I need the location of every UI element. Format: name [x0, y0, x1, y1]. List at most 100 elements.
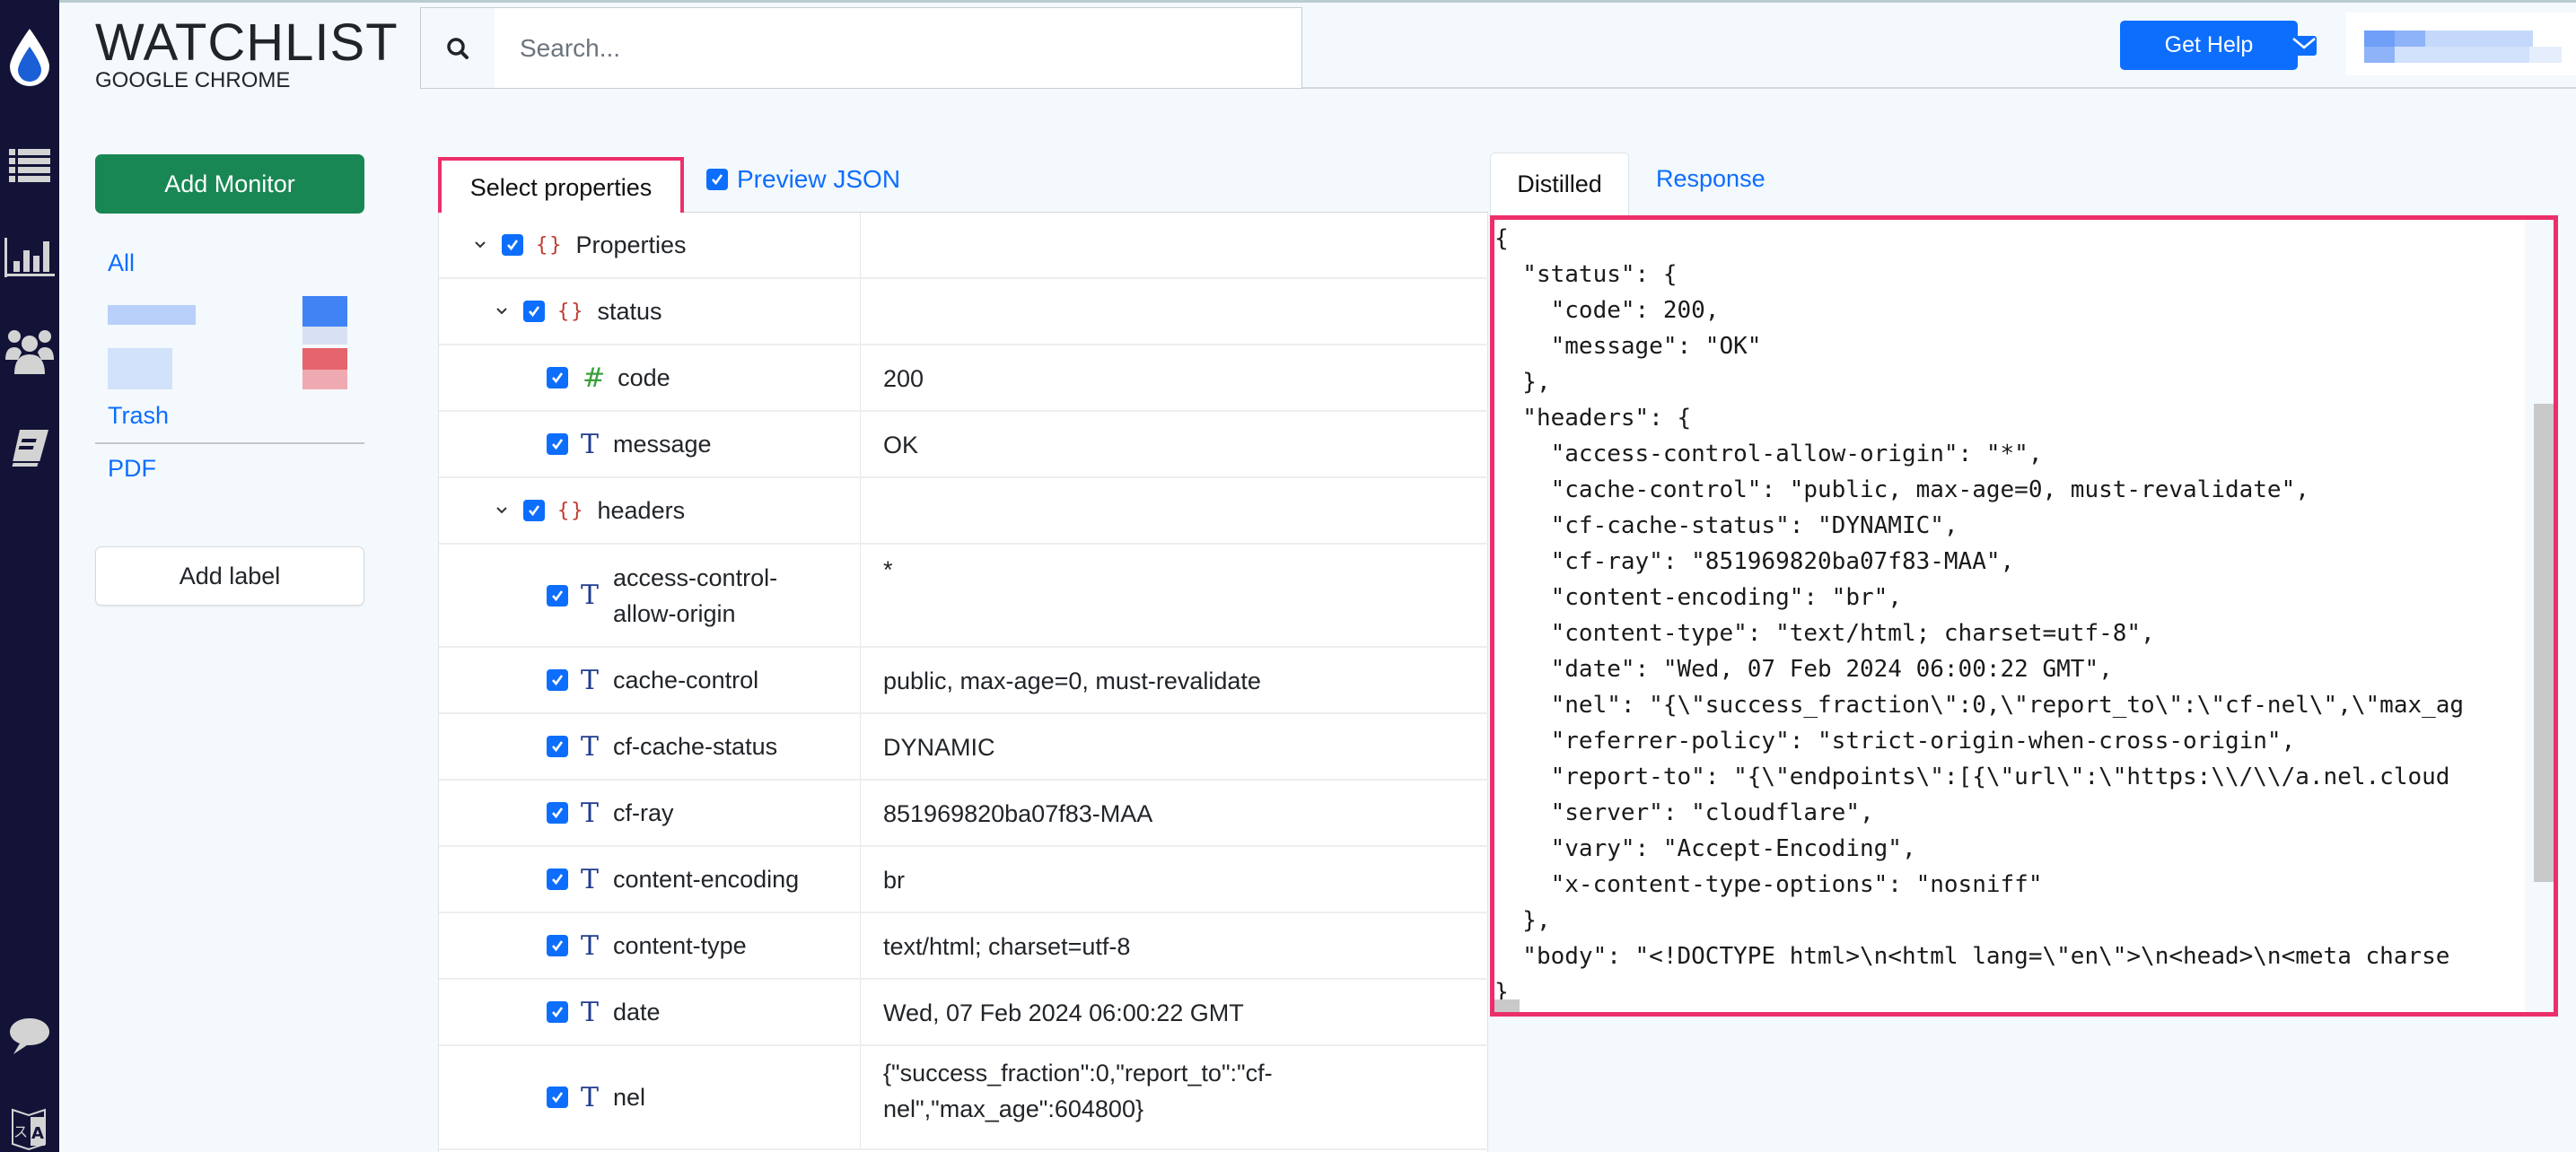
- json-line: "content-type": "text/html; charset=utf-…: [1494, 620, 2155, 647]
- property-checkbox[interactable]: [547, 1087, 568, 1108]
- user-account-menu[interactable]: [2346, 13, 2576, 75]
- tree-key-cell: Tcf-ray: [439, 781, 860, 845]
- number-type-icon: #: [583, 362, 606, 394]
- add-label-button[interactable]: Add label: [95, 546, 364, 606]
- property-value: Wed, 07 Feb 2024 06:00:22 GMT: [883, 999, 1244, 1026]
- property-checkbox[interactable]: [523, 500, 545, 521]
- property-key: nel: [613, 1084, 646, 1111]
- tree-row: {} Properties: [439, 213, 1489, 279]
- property-checkbox[interactable]: [502, 234, 523, 256]
- tree-row: Taccess-control-allow-origin *: [439, 545, 1489, 648]
- column-divider: [860, 345, 861, 410]
- json-line: },: [1494, 369, 1551, 396]
- redacted-badge-part: [302, 327, 347, 345]
- users-icon[interactable]: [0, 325, 59, 379]
- property-key: cache-control: [613, 667, 759, 694]
- string-type-icon: T: [581, 1081, 600, 1113]
- property-checkbox[interactable]: [547, 736, 568, 757]
- vertical-scrollbar[interactable]: [2525, 220, 2554, 1012]
- column-divider: [860, 913, 861, 978]
- mail-icon[interactable]: [2291, 36, 2317, 60]
- json-line: "content-encoding": "br",: [1494, 584, 1902, 611]
- json-line: "headers": {: [1494, 405, 1692, 432]
- json-line: "cf-ray": "851969820ba07f83-MAA",: [1494, 548, 2015, 575]
- tree-row: Tcf-ray 851969820ba07f83-MAA: [439, 781, 1489, 847]
- list-icon[interactable]: [0, 144, 59, 188]
- horizontal-scrollbar-thumb[interactable]: [1494, 999, 1520, 1012]
- tree-row: Tmessage OK: [439, 412, 1489, 478]
- tab-response[interactable]: Response: [1656, 165, 1766, 193]
- preview-json-toggle[interactable]: Preview JSON: [706, 165, 900, 194]
- tree-key-cell: Taccess-control-allow-origin: [439, 545, 860, 646]
- get-help-button[interactable]: Get Help: [2120, 21, 2298, 70]
- property-key: headers: [597, 497, 686, 524]
- string-type-icon: T: [581, 580, 600, 611]
- svg-text:A: A: [31, 1124, 44, 1143]
- header-divider: [1302, 87, 2576, 89]
- tree-key-cell: Tdate: [439, 980, 860, 1044]
- chevron-down-icon[interactable]: [471, 240, 489, 249]
- property-checkbox[interactable]: [547, 802, 568, 824]
- tree-row: Tdate Wed, 07 Feb 2024 06:00:22 GMT: [439, 980, 1489, 1046]
- chevron-down-icon[interactable]: [493, 506, 511, 515]
- app-subtitle: GOOGLE CHROME: [95, 68, 291, 92]
- preview-json-checkbox[interactable]: [706, 169, 728, 190]
- tree-row: Tnel {"success_fraction":0,"report_to":"c…: [439, 1046, 1489, 1150]
- search-input[interactable]: [495, 8, 1301, 88]
- property-key: message: [613, 431, 712, 458]
- json-line: "body": "<!DOCTYPE html>\n<html lang=\"e…: [1494, 943, 2450, 970]
- tree-key-cell: Tmessage: [439, 412, 860, 476]
- book-icon[interactable]: [0, 422, 59, 476]
- string-type-icon: T: [581, 929, 600, 962]
- sidebar-link-trash[interactable]: Trash: [108, 402, 169, 430]
- property-checkbox[interactable]: [547, 433, 568, 455]
- json-line: },: [1494, 907, 1551, 934]
- property-value: DYNAMIC: [883, 734, 995, 761]
- chart-icon[interactable]: [0, 235, 59, 280]
- object-type-icon: {}: [557, 300, 585, 323]
- translate-icon[interactable]: Aス: [0, 1105, 59, 1152]
- object-type-icon: {}: [536, 233, 564, 257]
- property-checkbox[interactable]: [547, 868, 568, 890]
- redacted-label[interactable]: [108, 305, 196, 325]
- json-line: {: [1494, 225, 1509, 252]
- tab-distilled[interactable]: Distilled: [1490, 153, 1629, 215]
- redacted-badge: [302, 296, 347, 327]
- chevron-down-icon[interactable]: [493, 307, 511, 316]
- vertical-scrollbar-thumb[interactable]: [2534, 404, 2554, 882]
- sidebar-link-pdf[interactable]: PDF: [108, 455, 156, 483]
- property-checkbox[interactable]: [547, 669, 568, 691]
- tab-select-properties[interactable]: Select properties: [438, 157, 684, 218]
- redacted-label[interactable]: [108, 348, 172, 389]
- tree-key-cell: {} Properties: [439, 213, 860, 277]
- property-checkbox[interactable]: [547, 935, 568, 956]
- tree-row: {} headers: [439, 478, 1489, 545]
- property-value: 200: [883, 365, 924, 392]
- logo-drop-icon[interactable]: [0, 22, 59, 93]
- redacted-badge: [302, 348, 347, 370]
- property-key: content-type: [613, 932, 747, 959]
- string-type-icon: T: [581, 664, 600, 696]
- tree-key-cell: Tnel: [439, 1046, 860, 1148]
- property-value: text/html; charset=utf-8: [883, 933, 1131, 960]
- property-checkbox[interactable]: [523, 301, 545, 322]
- property-key: content-encoding: [613, 866, 800, 893]
- json-line: "server": "cloudflare",: [1494, 799, 1874, 826]
- json-line: "date": "Wed, 07 Feb 2024 06:00:22 GMT",: [1494, 656, 2113, 683]
- tree-key-cell: Tcontent-type: [439, 913, 860, 978]
- sidebar-link-all[interactable]: All: [108, 249, 135, 277]
- property-key: cf-ray: [613, 799, 674, 826]
- json-preview-text: { "status": { "code": 200, "message": "O…: [1494, 220, 2525, 1010]
- property-checkbox[interactable]: [547, 367, 568, 388]
- search-icon[interactable]: [421, 8, 495, 88]
- json-line: "access-control-allow-origin": "*",: [1494, 441, 2043, 467]
- property-key: cf-cache-status: [613, 733, 778, 760]
- object-type-icon: {}: [557, 499, 585, 522]
- chat-icon[interactable]: [0, 1014, 59, 1059]
- property-checkbox[interactable]: [547, 1001, 568, 1023]
- property-key: code: [618, 364, 670, 391]
- property-checkbox[interactable]: [547, 584, 568, 607]
- svg-text:ス: ス: [13, 1123, 28, 1140]
- column-divider: [860, 279, 861, 344]
- add-monitor-button[interactable]: Add Monitor: [95, 154, 364, 214]
